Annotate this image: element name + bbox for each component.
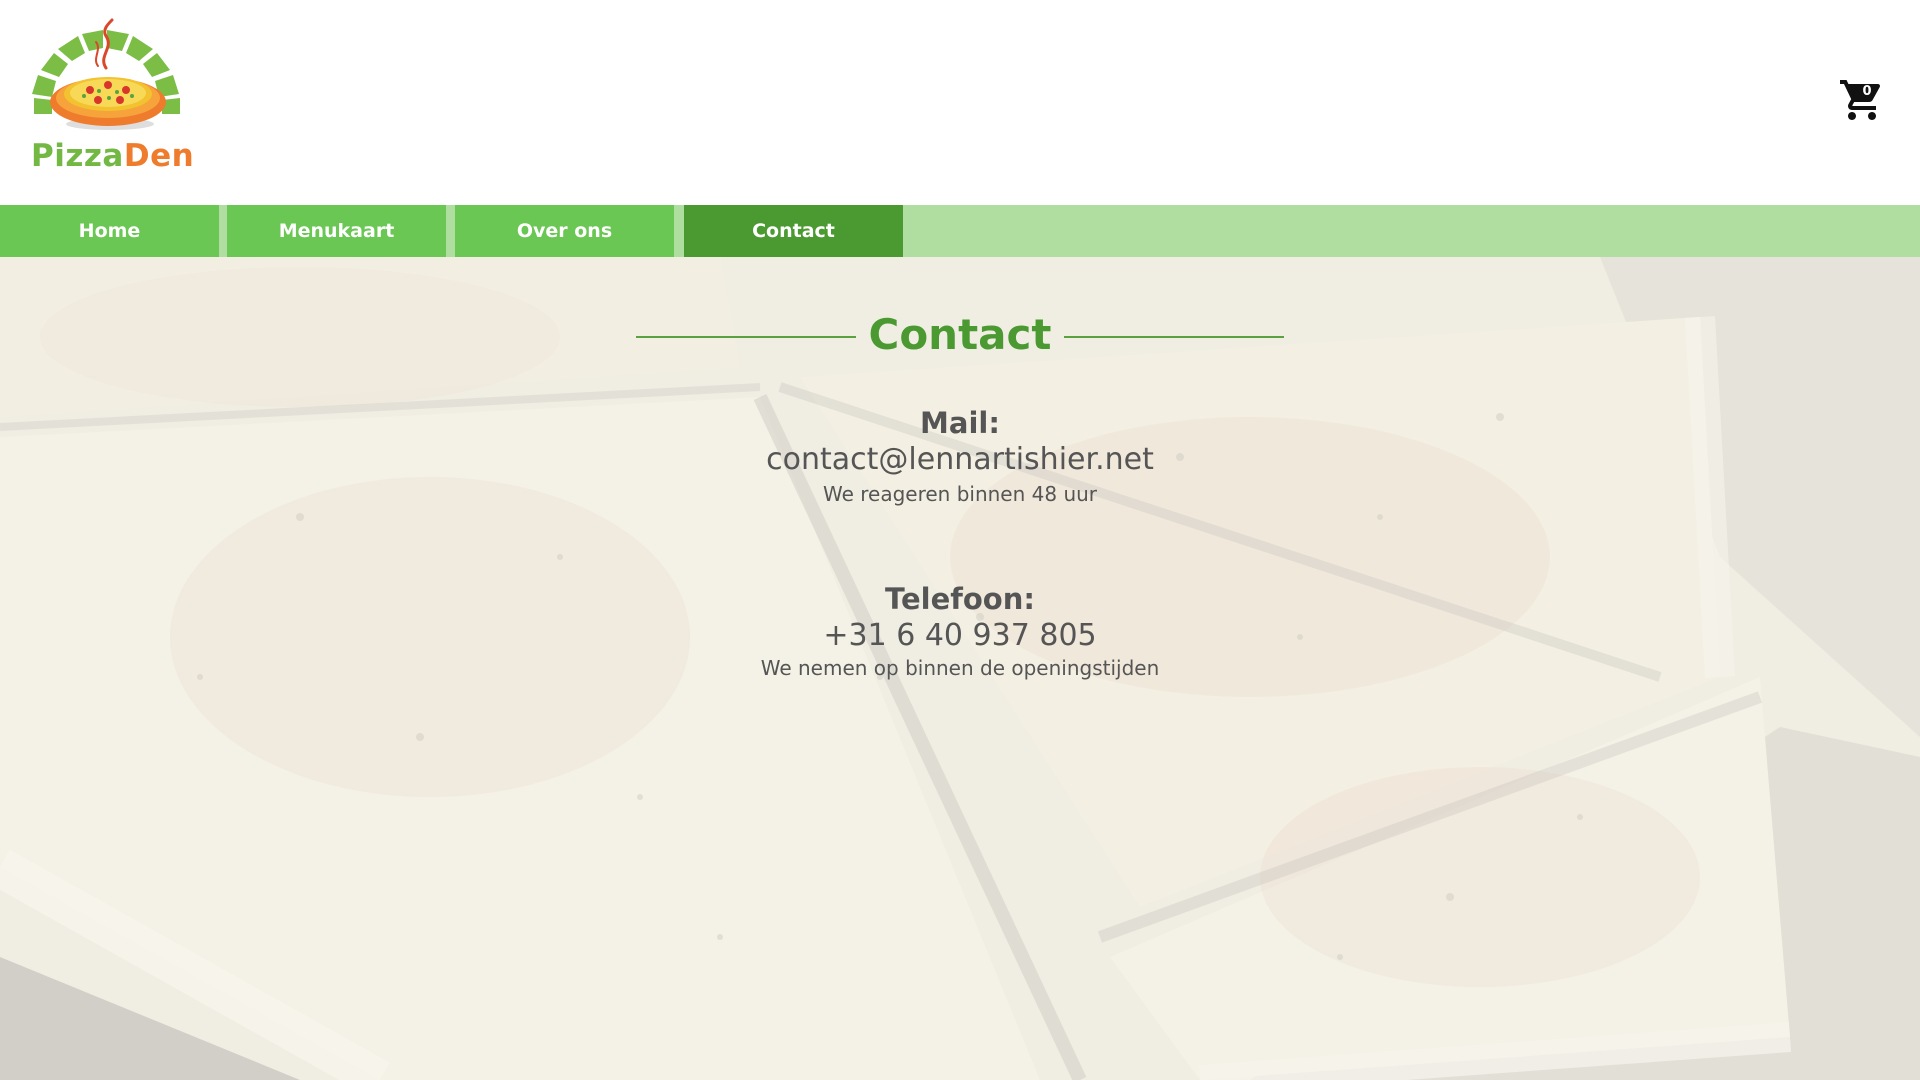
- cart-button[interactable]: 0: [1838, 76, 1886, 124]
- nav-item-menukaart[interactable]: Menukaart: [227, 205, 446, 257]
- site-header: PizzaDen 0: [0, 0, 1920, 205]
- mail-note: We reageren binnen 48 uur: [822, 482, 1098, 506]
- phone-number[interactable]: +31 6 40 937 805: [0, 618, 1920, 653]
- nav-item-contact[interactable]: Contact: [684, 205, 903, 257]
- brand-name-part2: Den: [123, 138, 195, 174]
- mail-label: Mail:: [920, 406, 1000, 440]
- mail-address[interactable]: contact@lennartishier.net: [0, 442, 1920, 477]
- phone-note: We nemen op binnen de openingstijden: [760, 656, 1160, 680]
- nav-item-home[interactable]: Home: [0, 205, 219, 257]
- site-logo[interactable]: PizzaDen: [28, 18, 194, 183]
- brand-name: PizzaDen: [31, 138, 194, 174]
- cart-count-badge: 0: [1862, 84, 1872, 99]
- nav-item-over-ons[interactable]: Over ons: [455, 205, 674, 257]
- page-title: Contact: [868, 310, 1052, 359]
- pizza-oven-logo-icon: [32, 18, 180, 130]
- contact-section: Contact Mail: contact@lennartishier.net …: [0, 257, 1920, 1080]
- phone-label: Telefoon:: [885, 582, 1035, 616]
- main-navigation: Home Menukaart Over ons Contact: [0, 205, 1920, 257]
- contact-content: Contact Mail: contact@lennartishier.net …: [0, 257, 1920, 1080]
- brand-name-part1: Pizza: [31, 138, 124, 174]
